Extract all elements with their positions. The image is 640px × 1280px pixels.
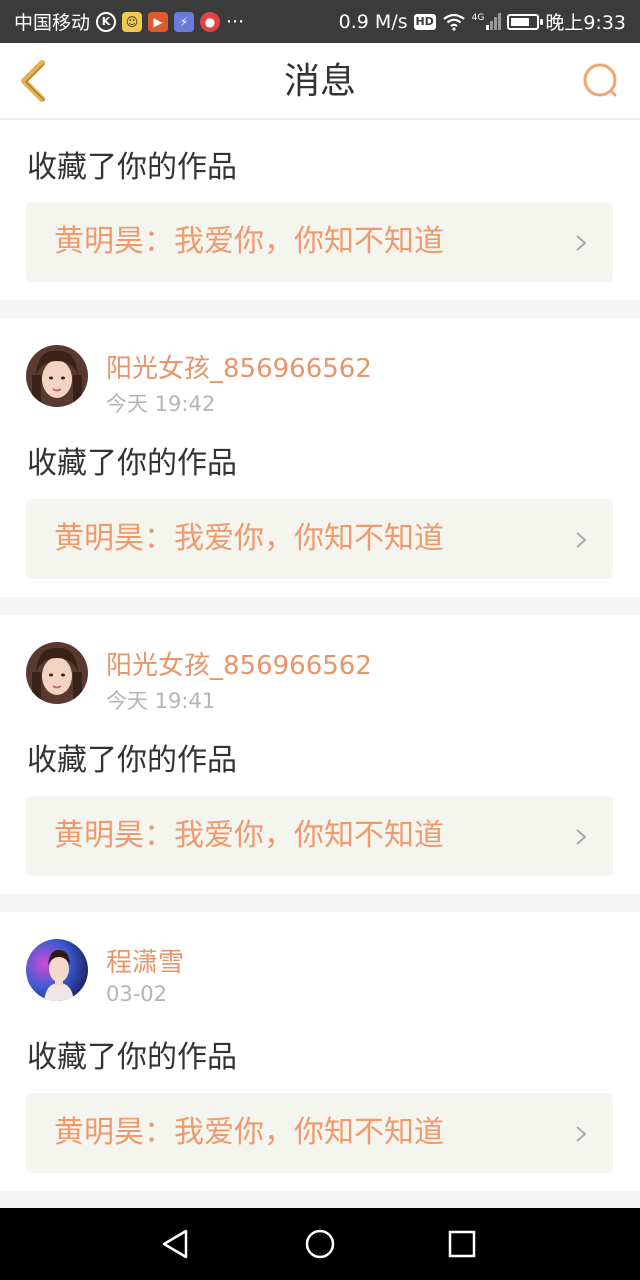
hd-icon: HD: [413, 13, 436, 30]
status-bar: 中国移动 K ☺ ▶ ⚡ ● ··· 0.9 M/s HD 4G 晚上9:33: [0, 0, 640, 43]
bolt-app-icon: ⚡: [174, 11, 195, 32]
more-notifications-icon: ···: [226, 10, 245, 33]
back-button[interactable]: [10, 53, 60, 109]
video-app-icon: ▶: [148, 11, 169, 32]
flame-app-icon: ●: [200, 11, 221, 32]
action-text: 收藏了你的作品: [27, 743, 237, 778]
emoji-app-icon: ☺: [122, 11, 143, 32]
username-link[interactable]: 程潇雪: [106, 942, 184, 979]
quoted-work-link[interactable]: 黄明昊：我爱你，你知不知道: [26, 499, 613, 579]
action-text: 收藏了你的作品: [27, 150, 237, 185]
nav-back-icon[interactable]: [158, 1226, 194, 1262]
quoted-work-link[interactable]: 黄明昊：我爱你，你知不知道: [26, 796, 613, 876]
nav-home-icon[interactable]: [302, 1226, 338, 1262]
network-type-label: 4G: [471, 13, 485, 23]
quoted-work-link[interactable]: 黄明昊：我爱你，你知不知道: [26, 202, 613, 282]
quoted-work-link[interactable]: 黄明昊：我爱你，你知不知道: [26, 1093, 613, 1173]
quoted-work-text: 黄明昊：我爱你，你知不知道: [54, 818, 444, 853]
status-right: 0.9 M/s HD 4G 晚上9:33: [339, 0, 626, 43]
user-avatar-image: [26, 939, 88, 1001]
quoted-work-text: 黄明昊：我爱你，你知不知道: [54, 521, 444, 556]
app-header: 消息: [0, 43, 640, 120]
clock-label: 晚上9:33: [545, 12, 626, 34]
user-avatar-image: [26, 345, 88, 407]
avatar[interactable]: [26, 939, 88, 1001]
avatar[interactable]: [26, 345, 88, 407]
message-feed[interactable]: 收藏了你的作品 黄明昊：我爱你，你知不知道 阳光女孩_856966562 今天 …: [0, 120, 640, 1208]
message-card: 程潇雪 03-02 收藏了你的作品 黄明昊：我爱你，你知不知道: [0, 912, 640, 1191]
battery-icon: [507, 13, 544, 30]
avatar[interactable]: [26, 642, 88, 704]
message-time: 今天 19:41: [106, 689, 216, 713]
nav-recents-icon[interactable]: [444, 1226, 480, 1262]
quoted-work-text: 黄明昊：我爱你，你知不知道: [54, 224, 444, 259]
chevron-right-icon: [576, 532, 587, 548]
chevron-right-icon: [576, 235, 587, 251]
message-card: 收藏了你的作品 黄明昊：我爱你，你知不知道: [0, 120, 640, 300]
message-card: 阳光女孩_856966562 今天 19:41 收藏了你的作品 黄明昊：我爱你，…: [0, 615, 640, 894]
username-link[interactable]: 阳光女孩_856966562: [106, 348, 372, 385]
cell-signal-icon: 4G: [472, 13, 502, 30]
message-card: 阳光女孩_856966562 今天 19:42 收藏了你的作品 黄明昊：我爱你，…: [0, 318, 640, 597]
search-icon: [583, 63, 617, 97]
carrier-label: 中国移动: [14, 12, 91, 34]
action-text: 收藏了你的作品: [27, 446, 237, 481]
page-title: 消息: [283, 61, 356, 102]
network-speed: 0.9 M/s: [338, 10, 408, 33]
user-avatar-image: [26, 642, 88, 704]
chevron-right-icon: [576, 829, 587, 845]
status-left: 中国移动 K ☺ ▶ ⚡ ● ···: [14, 0, 244, 43]
message-time: 03-02: [106, 982, 168, 1006]
username-link[interactable]: 阳光女孩_856966562: [106, 645, 372, 682]
quoted-work-text: 黄明昊：我爱你，你知不知道: [54, 1115, 444, 1150]
k-app-icon: K: [96, 11, 117, 32]
message-time: 今天 19:42: [106, 392, 216, 416]
chevron-right-icon: [576, 1126, 587, 1142]
action-text: 收藏了你的作品: [27, 1040, 237, 1075]
search-button[interactable]: [576, 57, 626, 107]
system-nav-bar: [0, 1208, 640, 1280]
back-chevron-icon: [21, 60, 45, 102]
wifi-icon: [442, 13, 465, 31]
